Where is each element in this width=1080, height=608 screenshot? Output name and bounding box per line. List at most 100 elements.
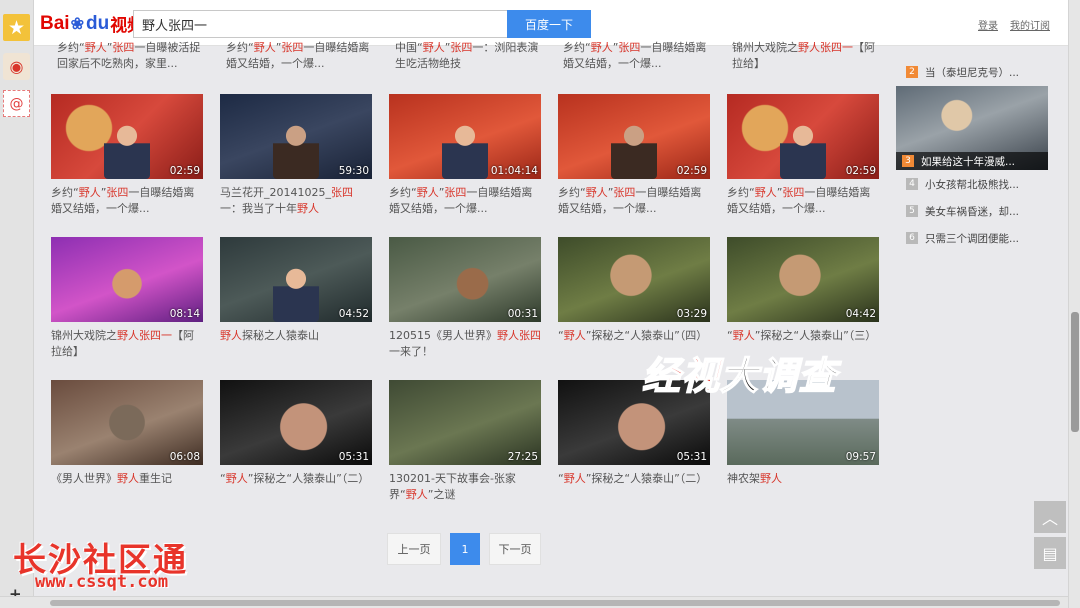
video-title[interactable]: 130201-天下故事会-张家界“野人”之谜 bbox=[389, 471, 541, 503]
video-title[interactable]: 120515《男人世界》野人张四一来了！ bbox=[389, 328, 541, 360]
next-page-button[interactable]: 下一页 bbox=[489, 533, 541, 565]
video-thumbnail[interactable]: 02:59 bbox=[51, 94, 203, 179]
video-thumbnail[interactable]: 06:08 bbox=[51, 380, 203, 465]
ranking-item[interactable]: 5 美女车祸昏迷，却... bbox=[906, 203, 1019, 219]
video-title[interactable]: 乡约“野人”张四一自曝结婚离婚又结婚，一个爆... bbox=[558, 185, 710, 217]
thumbnail-figure bbox=[442, 119, 488, 179]
ranking-item-label: 当（泰坦尼克号）... bbox=[925, 66, 1020, 79]
video-thumbnail[interactable]: 08:14 bbox=[51, 237, 203, 322]
video-card[interactable]: 04:52 野人探秘之人猿泰山 bbox=[220, 237, 372, 344]
duration-label: 04:42 bbox=[845, 308, 876, 320]
duration-label: 08:14 bbox=[169, 308, 200, 320]
ranking-item[interactable]: 6 只需三个调团便能... bbox=[906, 230, 1019, 246]
ranking-item[interactable]: 4 小女孩帮北极熊找... bbox=[906, 176, 1019, 192]
vertical-scrollbar[interactable] bbox=[1068, 0, 1080, 608]
rank-number: 5 bbox=[906, 205, 918, 217]
video-title[interactable]: 神农架野人 bbox=[727, 471, 879, 487]
ranking-item-label: 如果给这十年漫威... bbox=[921, 155, 1016, 168]
duration-label: 02:59 bbox=[169, 165, 200, 177]
weibo-icon[interactable]: ◉ bbox=[3, 53, 30, 80]
duration-label: 00:31 bbox=[507, 308, 538, 320]
subscriptions-link[interactable]: 我的订阅 bbox=[1010, 17, 1050, 32]
video-card[interactable]: 08:14 锦州大戏院之野人张四一【阿拉给】 bbox=[51, 237, 203, 360]
duration-label: 04:52 bbox=[338, 308, 369, 320]
list-item[interactable]: 乡约“野人”张四一自曝结婚离婚又结婚，一个爆... bbox=[563, 40, 715, 72]
thumbnail-figure bbox=[104, 119, 150, 179]
video-title[interactable]: 马兰花开_20141025_张四一：我当了十年野人 bbox=[220, 185, 372, 217]
video-thumbnail[interactable]: 01:04:14 bbox=[389, 94, 541, 179]
featured-caption[interactable]: 3 如果给这十年漫威... bbox=[896, 152, 1048, 170]
video-title[interactable]: “野人”探秘之“人猿泰山”（四） bbox=[558, 328, 710, 344]
video-title[interactable]: “野人”探秘之“人猿泰山”（二） bbox=[558, 471, 710, 487]
video-title[interactable]: “野人”探秘之“人猿泰山”（二） bbox=[220, 471, 372, 487]
ranking-item-label: 只需三个调团便能... bbox=[925, 232, 1020, 245]
video-card[interactable]: 59:30 马兰花开_20141025_张四一：我当了十年野人 bbox=[220, 94, 372, 217]
video-card[interactable]: 02:59 乡约“野人”张四一自曝结婚离婚又结婚，一个爆... bbox=[51, 94, 203, 217]
star-icon[interactable]: ★ bbox=[3, 14, 30, 41]
baidu-video-logo[interactable]: Bai ❀ du 视频 bbox=[40, 11, 144, 36]
feedback-icon[interactable]: ▤ bbox=[1034, 537, 1066, 569]
video-title[interactable]: 《男人世界》野人重生记 bbox=[51, 471, 203, 487]
video-thumbnail[interactable]: 27:25 bbox=[389, 380, 541, 465]
video-card[interactable]: 02:59 乡约“野人”张四一自曝结婚离婚又结婚，一个爆... bbox=[558, 94, 710, 217]
duration-label: 01:04:14 bbox=[490, 165, 538, 177]
video-thumbnail[interactable]: 03:29 bbox=[558, 237, 710, 322]
video-card[interactable]: 27:25 130201-天下故事会-张家界“野人”之谜 bbox=[389, 380, 541, 503]
rank-number: 6 bbox=[906, 232, 918, 244]
list-item[interactable]: 乡约“野人”张四一自曝被活捉回家后不吃熟肉，家里... bbox=[57, 40, 209, 72]
video-thumbnail[interactable]: 00:31 bbox=[389, 237, 541, 322]
rank-number: 2 bbox=[906, 66, 918, 78]
search-button[interactable]: 百度一下 bbox=[507, 10, 591, 38]
at-icon[interactable]: @ bbox=[3, 90, 30, 117]
paw-icon: ❀ bbox=[70, 15, 84, 33]
ranking-item[interactable]: 2 当（泰坦尼克号）... bbox=[906, 64, 1019, 80]
video-card[interactable]: 02:59 乡约“野人”张四一自曝结婚离婚又结婚，一个爆... bbox=[727, 94, 879, 217]
video-thumbnail[interactable]: 04:52 bbox=[220, 237, 372, 322]
video-card[interactable]: 05:31 “野人”探秘之“人猿泰山”（二） bbox=[220, 380, 372, 487]
duration-label: 03:29 bbox=[676, 308, 707, 320]
search-input[interactable] bbox=[133, 10, 508, 38]
site-url-watermark: www.cssqt.com bbox=[35, 572, 169, 592]
thumbnail-figure bbox=[780, 119, 826, 179]
ranking-item-label: 美女车祸昏迷，却... bbox=[925, 205, 1020, 218]
video-title[interactable]: “野人”探秘之“人猿泰山”（三） bbox=[727, 328, 879, 344]
prev-page-button[interactable]: 上一页 bbox=[387, 533, 441, 565]
video-thumbnail[interactable]: 02:59 bbox=[727, 94, 879, 179]
thumbnail-figure bbox=[273, 262, 319, 322]
vertical-scroll-thumb[interactable] bbox=[1071, 312, 1079, 432]
video-card[interactable]: 04:42 “野人”探秘之“人猿泰山”（三） bbox=[727, 237, 879, 344]
video-title[interactable]: 野人探秘之人猿泰山 bbox=[220, 328, 372, 344]
video-card[interactable]: 00:31 120515《男人世界》野人张四一来了！ bbox=[389, 237, 541, 360]
left-dock: ★ ◉ @ + bbox=[0, 0, 34, 603]
list-item[interactable]: 乡约“野人”张四一自曝结婚离婚又结婚，一个爆... bbox=[226, 40, 378, 72]
video-card[interactable]: 06:08 《男人世界》野人重生记 bbox=[51, 380, 203, 487]
video-card[interactable]: 03:29 “野人”探秘之“人猿泰山”（四） bbox=[558, 237, 710, 344]
video-thumbnail[interactable]: 04:42 bbox=[727, 237, 879, 322]
video-thumbnail[interactable]: 59:30 bbox=[220, 94, 372, 179]
video-title[interactable]: 乡约“野人”张四一自曝结婚离婚又结婚，一个爆... bbox=[727, 185, 879, 217]
rank-number: 4 bbox=[906, 178, 918, 190]
thumbnail-figure bbox=[611, 119, 657, 179]
duration-label: 02:59 bbox=[676, 165, 707, 177]
video-title[interactable]: 乡约“野人”张四一自曝结婚离婚又结婚，一个爆... bbox=[389, 185, 541, 217]
show-logo-black: 大调查 bbox=[719, 353, 838, 399]
thumbnail-figure bbox=[273, 119, 319, 179]
page-number-current[interactable]: 1 bbox=[450, 533, 480, 565]
duration-label: 06:08 bbox=[169, 451, 200, 463]
video-title[interactable]: 锦州大戏院之野人张四一【阿拉给】 bbox=[51, 328, 203, 360]
login-link[interactable]: 登录 bbox=[978, 17, 998, 32]
video-card[interactable]: 01:04:14 乡约“野人”张四一自曝结婚离婚又结婚，一个爆... bbox=[389, 94, 541, 217]
featured-video-thumbnail[interactable]: 3 如果给这十年漫威... bbox=[896, 86, 1048, 170]
chevron-up-icon[interactable]: ︿ bbox=[1034, 501, 1066, 533]
horizontal-scroll-thumb[interactable] bbox=[50, 600, 1060, 606]
video-title[interactable]: 乡约“野人”张四一自曝结婚离婚又结婚，一个爆... bbox=[51, 185, 203, 217]
list-item[interactable]: 中国“野人”张四一：浏阳表演生吃活物绝技 bbox=[395, 40, 547, 72]
list-item[interactable]: 锦州大戏院之野人张四一【阿拉给】 bbox=[732, 40, 884, 72]
video-thumbnail[interactable]: 02:59 bbox=[558, 94, 710, 179]
horizontal-scrollbar[interactable] bbox=[0, 596, 1068, 608]
rank-number: 3 bbox=[902, 155, 914, 167]
duration-label: 59:30 bbox=[338, 165, 369, 177]
duration-label: 09:57 bbox=[845, 451, 876, 463]
duration-label: 05:31 bbox=[338, 451, 369, 463]
video-thumbnail[interactable]: 05:31 bbox=[220, 380, 372, 465]
